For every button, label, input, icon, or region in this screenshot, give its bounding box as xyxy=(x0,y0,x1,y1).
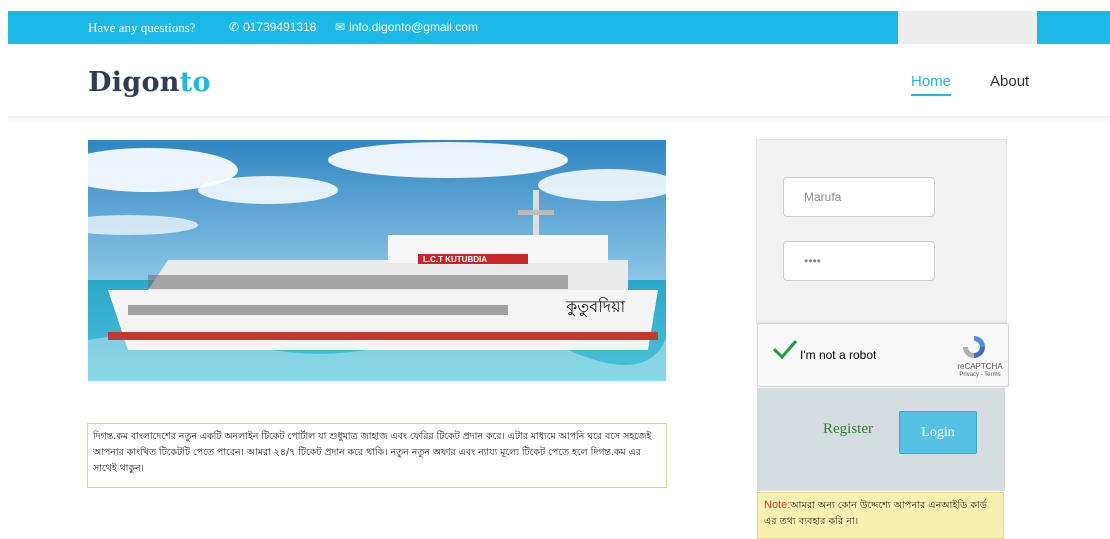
checkmark-icon[interactable] xyxy=(772,338,798,365)
recaptcha-label: I'm not a robot xyxy=(800,348,877,362)
recaptcha-brand: reCAPTCHA xyxy=(957,362,1003,371)
hero-ship-image: L.C.T KUTUBDIA কুতুবদিয়া xyxy=(88,140,666,381)
login-panel xyxy=(756,139,1007,324)
email-address: info.digonto@gmail.com xyxy=(349,20,478,34)
phone-icon: ✆ xyxy=(229,20,240,34)
header-shadow xyxy=(8,116,1110,124)
top-info-bar: Have any questions? ✆ 01739491318 ✉ info.d… xyxy=(8,11,1110,44)
logo-accent-text: to xyxy=(179,67,211,98)
envelope-icon: ✉ xyxy=(335,20,346,34)
password-field[interactable]: •••• xyxy=(783,241,935,281)
note-text: আমরা অন্য কোন উদ্দেশ্যে আপনার এনআইডি কার… xyxy=(764,500,987,527)
nav-home-link[interactable]: Home xyxy=(911,73,952,96)
nav-about-link[interactable]: About xyxy=(990,73,1029,90)
nid-note: Note:আমরা অন্য কোন উদ্দেশ্যে আপনার এনআইড… xyxy=(757,492,1004,539)
recaptcha-terms-link[interactable]: Privacy - Terms xyxy=(952,372,1008,378)
note-label: Note: xyxy=(764,499,791,511)
recaptcha-logo-icon xyxy=(961,334,987,365)
phone-number: 01739491318 xyxy=(243,20,317,34)
login-button[interactable]: Login xyxy=(899,411,977,454)
recaptcha-widget: I'm not a robot reCAPTCHA Privacy - Term… xyxy=(757,323,1009,387)
phone-contact[interactable]: ✆ 01739491318 xyxy=(229,20,316,34)
site-description: দিগন্ত.কম বাংলাদেশের নতুন একটি অনলাইন টি… xyxy=(87,423,667,488)
site-logo[interactable]: Digonto xyxy=(88,67,211,98)
ship-name-board: L.C.T KUTUBDIA xyxy=(423,255,487,264)
ship-name-bengali: কুতুবদিয়া xyxy=(565,297,626,317)
email-contact[interactable]: ✉ info.digonto@gmail.com xyxy=(335,20,478,34)
logo-main-text: Digon xyxy=(88,67,180,98)
username-field[interactable]: Marufa xyxy=(783,177,935,217)
register-link[interactable]: Register xyxy=(823,421,873,438)
questions-text: Have any questions? xyxy=(88,20,196,35)
topbar-blank-area xyxy=(898,11,1037,44)
